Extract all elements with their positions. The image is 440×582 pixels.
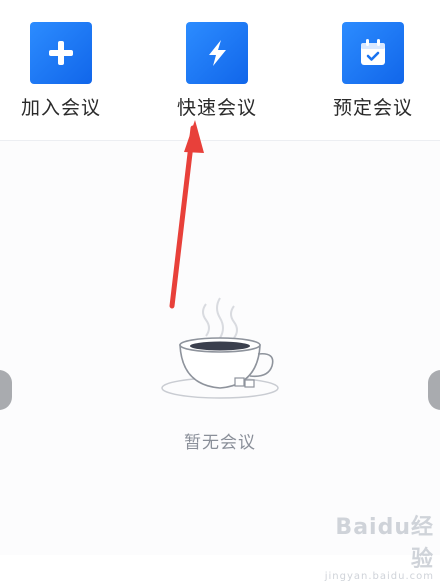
right-edge-handle[interactable]: [428, 370, 440, 410]
schedule-meeting-button[interactable]: 预定会议: [318, 22, 428, 122]
watermark-sub: jingyan.baidu.com: [324, 571, 434, 582]
baidu-watermark: Baidu经验 jingyan.baidu.com: [314, 509, 434, 582]
empty-state-label: 暂无会议: [184, 433, 256, 453]
quick-meeting-tile: [186, 22, 248, 84]
empty-state: 暂无会议: [120, 290, 320, 470]
quick-meeting-button[interactable]: 快速会议: [162, 22, 272, 122]
quick-meeting-label: 快速会议: [176, 97, 257, 119]
coffee-cup-icon: [161, 297, 279, 399]
lightning-icon: [209, 40, 226, 66]
join-meeting-tile: [30, 22, 92, 84]
plus-icon: [49, 41, 73, 65]
watermark-main: Baidu经验: [335, 515, 434, 572]
calendar-icon: [361, 39, 385, 65]
join-meeting-label: 加入会议: [20, 97, 101, 119]
action-bar: 加入会议 快速会议 预定会议: [0, 0, 440, 140]
join-meeting-button[interactable]: 加入会议: [6, 22, 116, 122]
schedule-meeting-tile: [342, 22, 404, 84]
schedule-meeting-label: 预定会议: [332, 97, 413, 119]
